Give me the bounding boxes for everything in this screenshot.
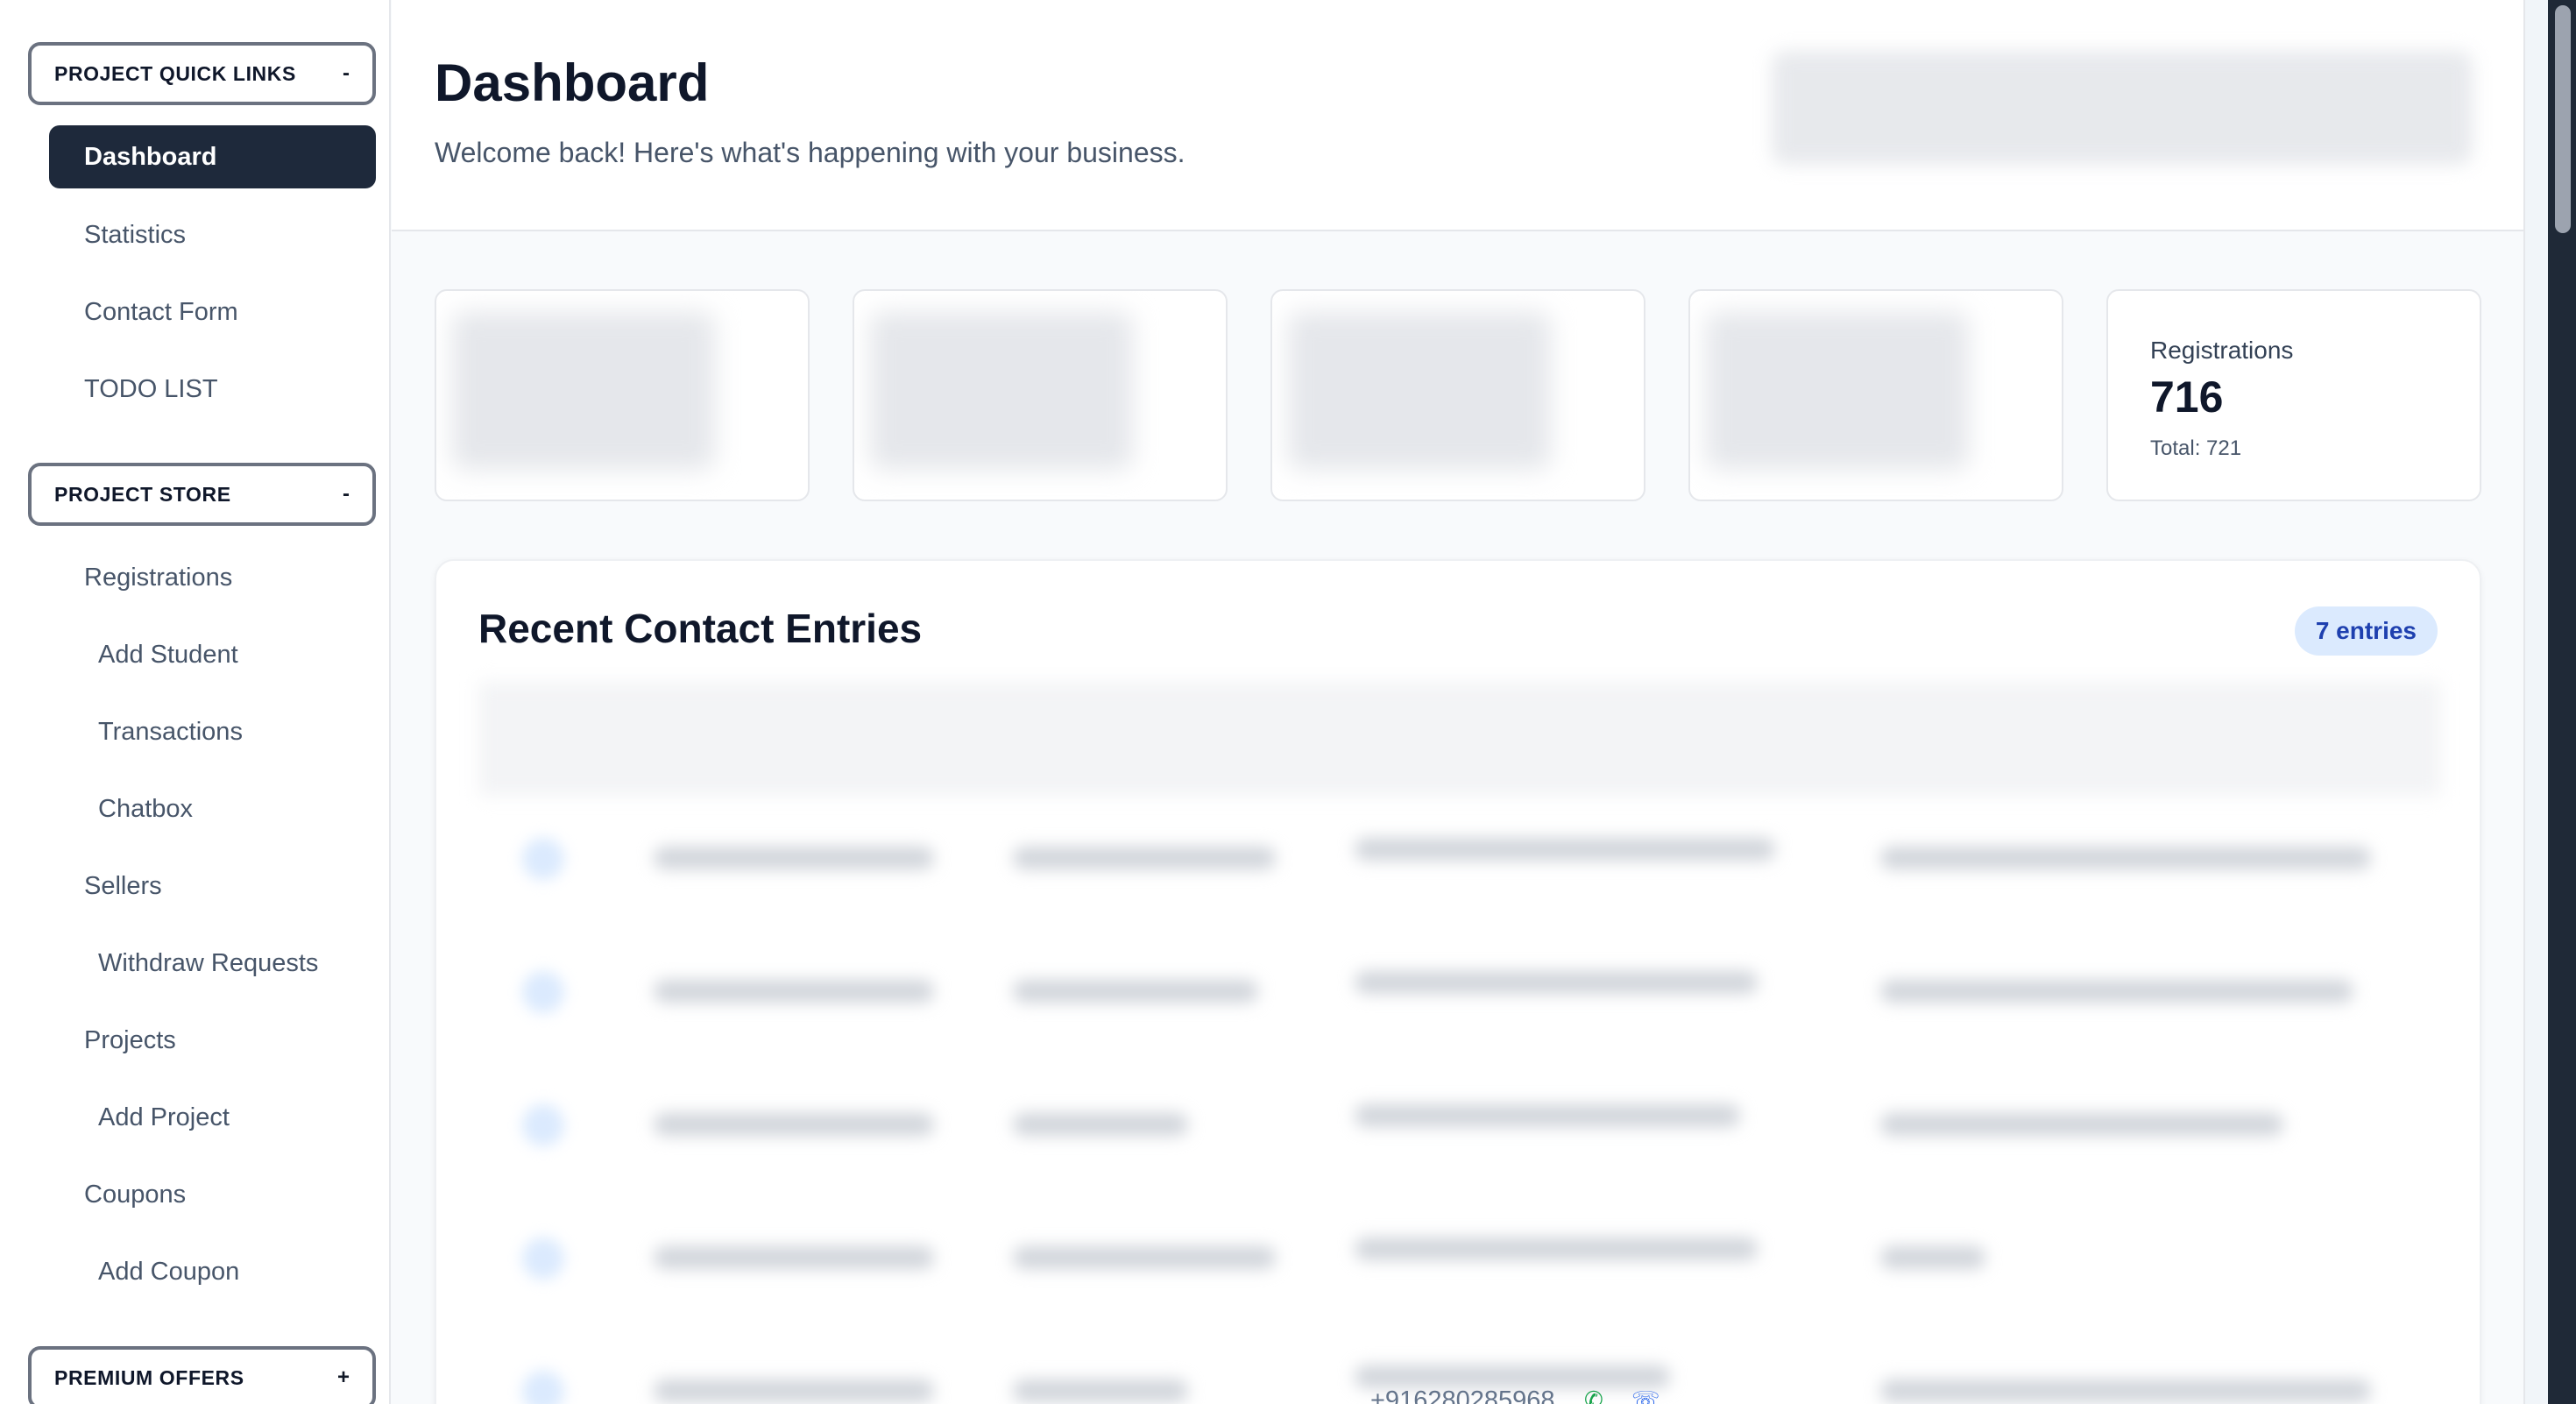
page-subtitle: Welcome back! Here's what's happening wi…: [435, 137, 1185, 168]
recent-contact-entries-panel: Recent Contact Entries 7 entries: [435, 559, 2481, 1404]
sidebar-item-transactions[interactable]: Transactions: [98, 700, 243, 763]
redacted-cell: [1013, 1246, 1276, 1269]
group-project-quick-links[interactable]: PROJECT QUICK LINKS -: [28, 42, 376, 105]
sidebar-item-dashboard[interactable]: Dashboard: [49, 125, 376, 188]
redacted-cell: [1880, 1379, 2371, 1402]
redacted-cell: [654, 1246, 934, 1269]
redacted-content: [870, 312, 1133, 470]
redacted-cell: [1355, 838, 1775, 861]
expand-toggle[interactable]: +: [337, 1365, 350, 1390]
table-header-redacted: [478, 682, 2441, 796]
group-label: PROJECT QUICK LINKS: [54, 61, 296, 85]
sidebar-item-coupons[interactable]: Coupons: [84, 1163, 186, 1226]
group-label: PROJECT STORE: [54, 482, 231, 506]
redacted-cell: [1013, 1379, 1188, 1402]
entries-count-badge: 7 entries: [2294, 606, 2438, 656]
scrollbar-thumb[interactable]: [2555, 5, 2571, 233]
sidebar-item-add-coupon[interactable]: Add Coupon: [98, 1240, 239, 1303]
row-avatar: [522, 1371, 564, 1404]
sidebar-item-registrations[interactable]: Registrations: [84, 546, 232, 609]
group-project-store[interactable]: PROJECT STORE -: [28, 463, 376, 526]
phone-icon[interactable]: ☏: [1631, 1386, 1660, 1404]
stat-card-redacted: [1688, 289, 2063, 501]
row-avatar: [522, 1237, 564, 1280]
main-header: Dashboard Welcome back! Here's what's ha…: [392, 0, 2523, 231]
group-premium-offers[interactable]: PREMIUM OFFERS +: [28, 1346, 376, 1404]
stat-value: 716: [2150, 372, 2224, 422]
contact-phone-number: +916280285968: [1370, 1386, 1555, 1404]
redacted-cell: [1013, 1113, 1188, 1136]
group-label: PREMIUM OFFERS: [54, 1365, 244, 1389]
collapse-toggle[interactable]: -: [343, 61, 350, 86]
sidebar-item-add-student[interactable]: Add Student: [98, 623, 238, 686]
redacted-cell: [654, 1379, 934, 1402]
redacted-content: [452, 312, 715, 470]
redacted-cell: [654, 847, 934, 869]
redacted-cell: [654, 980, 934, 1003]
stat-card-redacted: [1270, 289, 1645, 501]
collapse-toggle[interactable]: -: [343, 482, 350, 507]
entries-table-redacted: [478, 682, 2441, 1404]
redacted-cell: [1355, 1237, 1758, 1260]
stat-card-registrations: Registrations 716 Total: 721: [2106, 289, 2481, 501]
redacted-cell: [1355, 971, 1758, 994]
whatsapp-icon[interactable]: ✆: [1584, 1386, 1603, 1404]
sidebar-item-sellers[interactable]: Sellers: [84, 854, 162, 918]
redacted-cell: [1355, 1104, 1740, 1127]
page-title: Dashboard: [435, 53, 710, 112]
redacted-cell: [1880, 1113, 2283, 1136]
redacted-cell: [654, 1113, 934, 1136]
sidebar-item-withdraw-requests[interactable]: Withdraw Requests: [98, 932, 318, 995]
redacted-cell: [1355, 1365, 1670, 1388]
redacted-cell: [1880, 847, 2371, 869]
row-avatar: [522, 838, 564, 880]
stat-label: Registrations: [2150, 337, 2294, 364]
header-actions-redacted: [1772, 51, 2473, 165]
stat-card-redacted: [435, 289, 810, 501]
redacted-cell: [1880, 1246, 1985, 1269]
sidebar-item-projects[interactable]: Projects: [84, 1009, 176, 1072]
row-avatar: [522, 1104, 564, 1146]
sidebar-item-statistics[interactable]: Statistics: [84, 203, 186, 266]
stat-card-redacted: [853, 289, 1228, 501]
redacted-cell: [1880, 980, 2353, 1003]
redacted-content: [1288, 312, 1551, 470]
sidebar-item-todo-list[interactable]: TODO LIST: [84, 358, 218, 421]
section-title: Recent Contact Entries: [478, 606, 923, 651]
redacted-content: [1706, 312, 1969, 470]
sidebar: PROJECT QUICK LINKS - Dashboard Statisti…: [0, 0, 391, 1404]
redacted-cell: [1013, 847, 1276, 869]
sidebar-item-chatbox[interactable]: Chatbox: [98, 777, 193, 840]
sidebar-item-add-project[interactable]: Add Project: [98, 1086, 230, 1149]
sidebar-item-contact-form[interactable]: Contact Form: [84, 280, 238, 344]
row-avatar: [522, 971, 564, 1013]
stat-total: Total: 721: [2150, 436, 2242, 460]
redacted-cell: [1013, 980, 1258, 1003]
